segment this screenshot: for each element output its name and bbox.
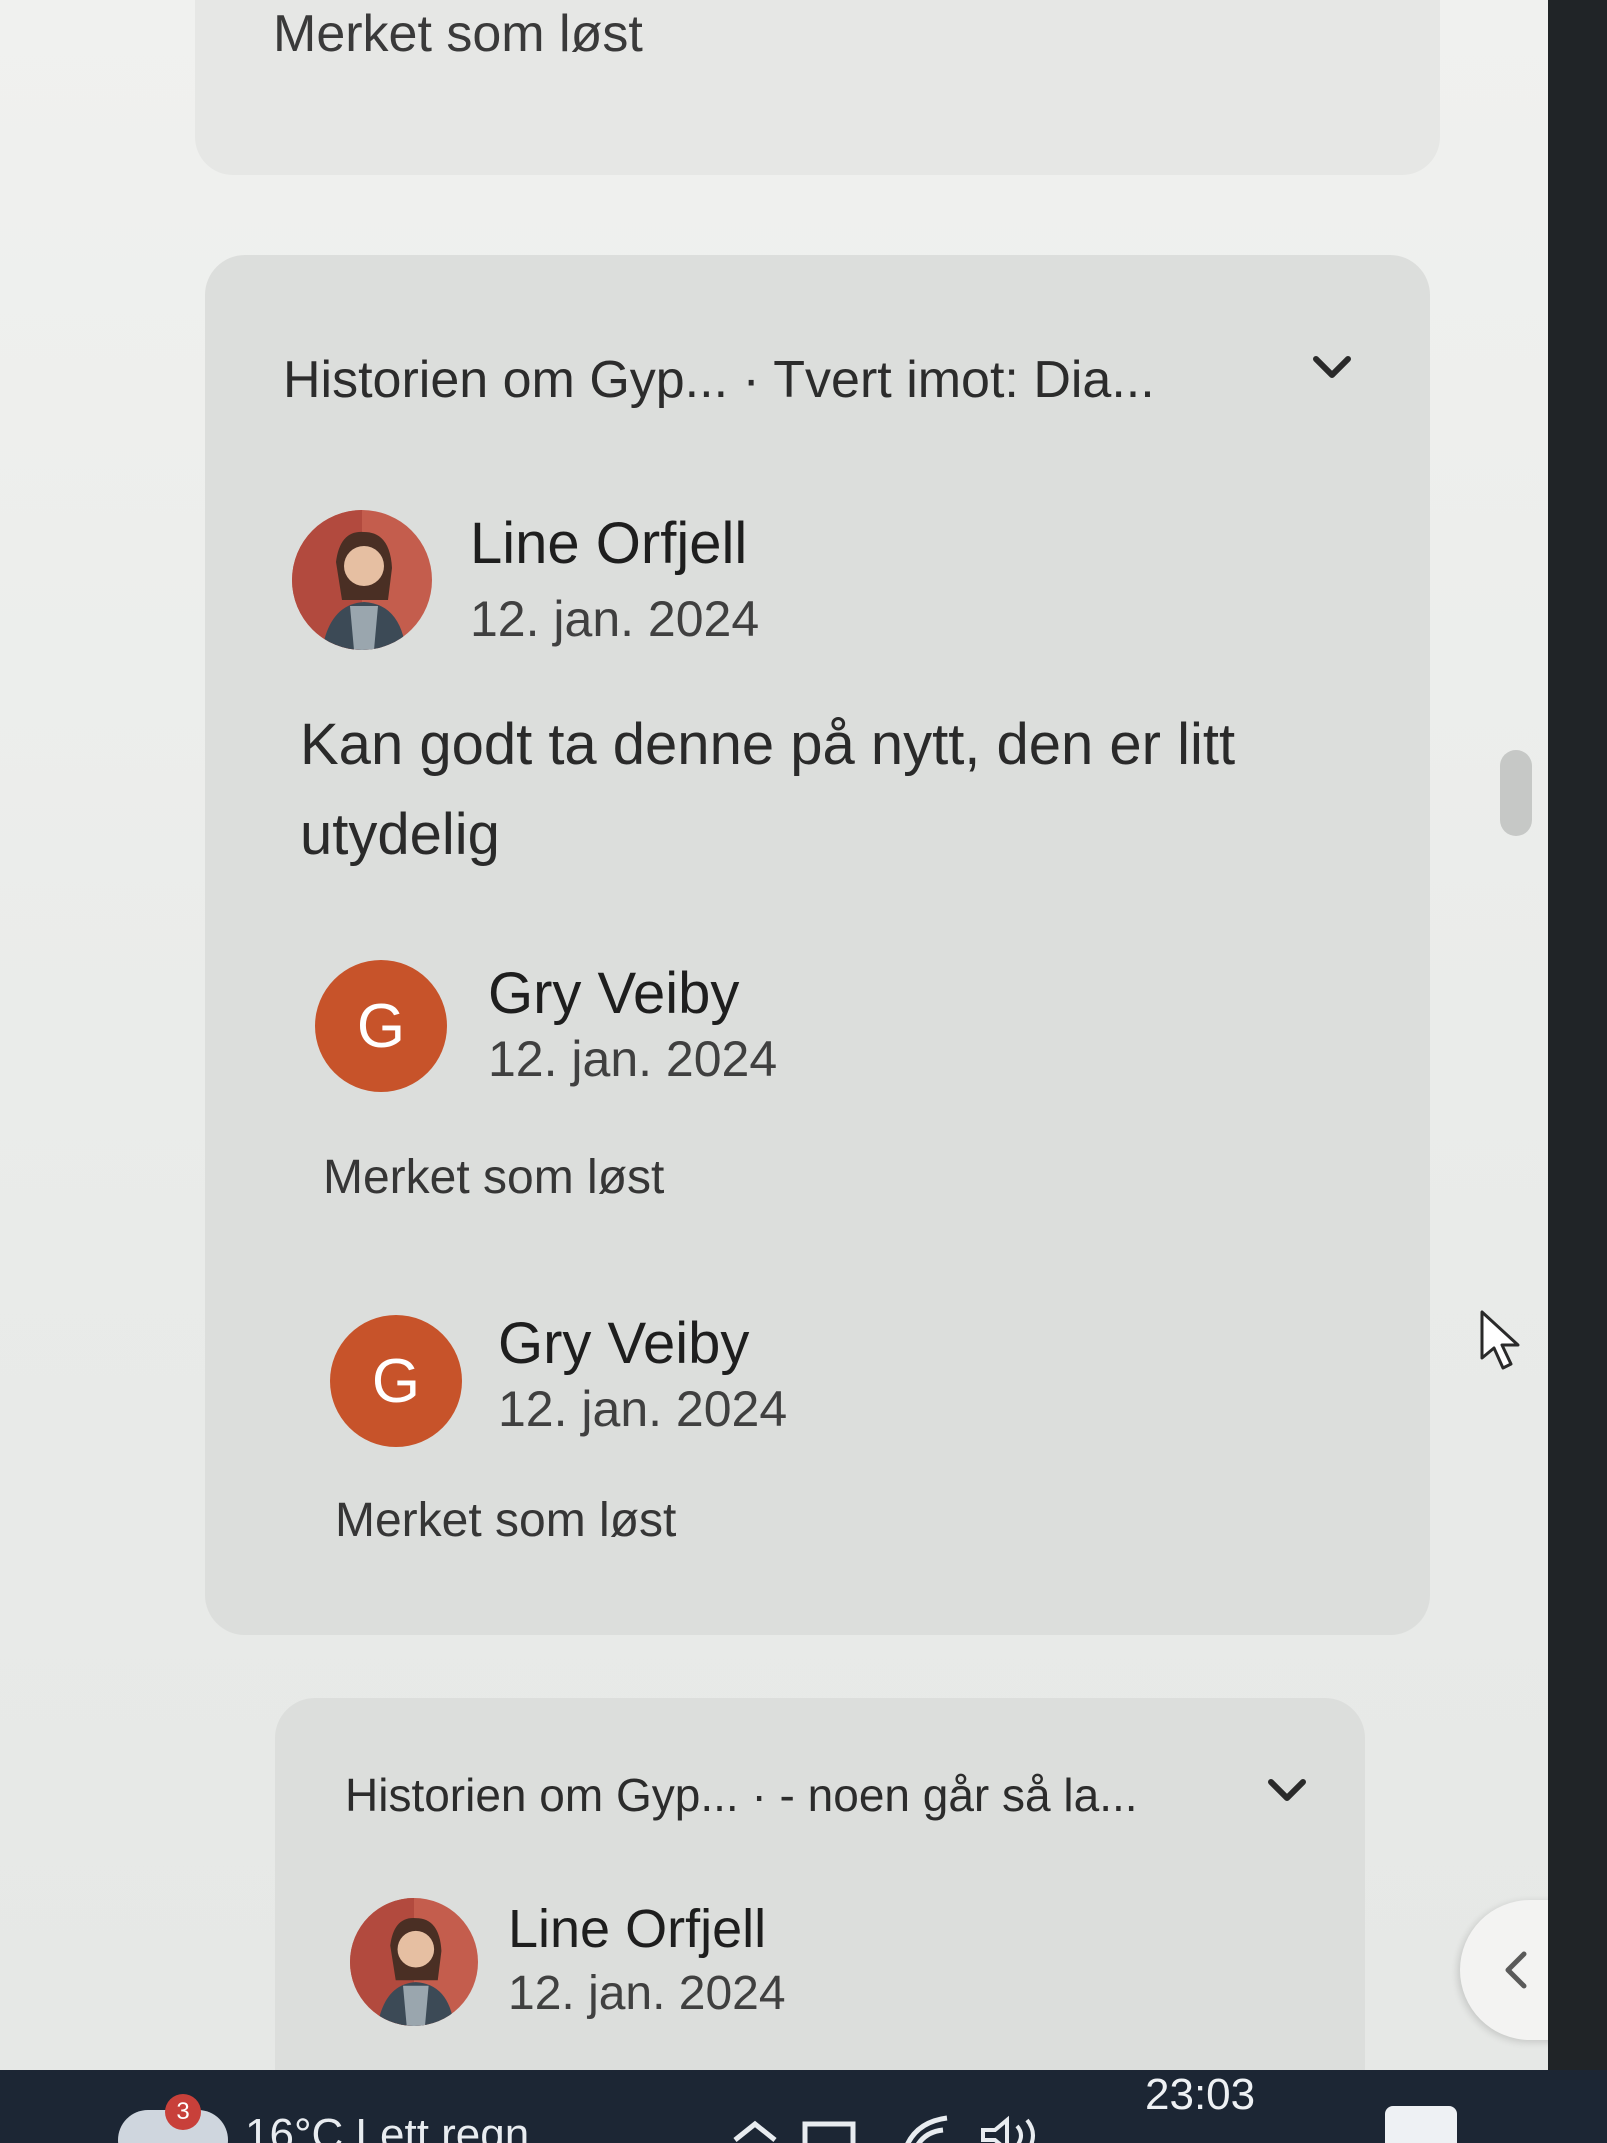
volume-icon (981, 2115, 1009, 2143)
comment-author: Line Orfjell (508, 1899, 767, 1959)
comment-thread[interactable]: Historien om Gyp... · Tvert imot: Dia...… (205, 255, 1430, 1635)
avatar (292, 510, 432, 650)
thread-title: Historien om Gyp... · Tvert imot: Dia... (283, 351, 1155, 409)
reply-author: Gry Veiby (498, 1311, 750, 1376)
reply-author: Gry Veiby (488, 961, 740, 1026)
comment-date: 12. jan. 2024 (508, 1967, 786, 2020)
comment-date: 12. jan. 2024 (470, 591, 760, 647)
avatar: G (330, 1315, 462, 1447)
taskbar: 3 16°C Lett regn 23:03 (0, 2070, 1607, 2143)
notification-icon[interactable] (1385, 2106, 1457, 2143)
comment-author: Line Orfjell (470, 511, 748, 576)
avatar-initial: G (371, 1346, 421, 1416)
clock-time[interactable]: 23:03 (1145, 2070, 1255, 2120)
system-tray[interactable] (715, 2110, 1075, 2143)
comment-text: Kan godt ta denne på nytt, den er litt u… (300, 712, 1236, 867)
comment-thread[interactable]: Historien om Gyp... · - noen går så la..… (275, 1698, 1365, 2070)
reply-date: 12. jan. 2024 (488, 1031, 778, 1087)
resolved-status: Merket som løst (335, 1494, 677, 1547)
avatar: G (315, 960, 447, 1092)
avatar (350, 1898, 478, 2026)
network-icon (802, 2121, 856, 2143)
weather-text[interactable]: 16°C Lett regn (245, 2110, 529, 2143)
resolved-status: Merket som løst (273, 5, 643, 63)
chevron-down-icon[interactable] (1265, 1768, 1309, 1812)
cursor-pointer-icon (1480, 1310, 1520, 1370)
thread-title: Historien om Gyp... · - noen går så la..… (345, 1769, 1138, 1821)
chevron-up-icon (733, 2120, 777, 2142)
chevron-left-icon (1505, 1951, 1527, 1989)
scrollbar-thumb[interactable] (1500, 750, 1532, 836)
screen-bezel (1548, 0, 1607, 2143)
avatar-initial: G (356, 991, 406, 1061)
reply-date: 12. jan. 2024 (498, 1381, 788, 1437)
notification-badge: 3 (165, 2094, 201, 2130)
resolved-thread-card[interactable]: Merket som løst (195, 0, 1440, 175)
chevron-down-icon[interactable] (1310, 345, 1354, 389)
resolved-status: Merket som løst (323, 1151, 665, 1204)
comments-panel: Merket som løst Historien om Gyp... · Tv… (0, 0, 1607, 2070)
